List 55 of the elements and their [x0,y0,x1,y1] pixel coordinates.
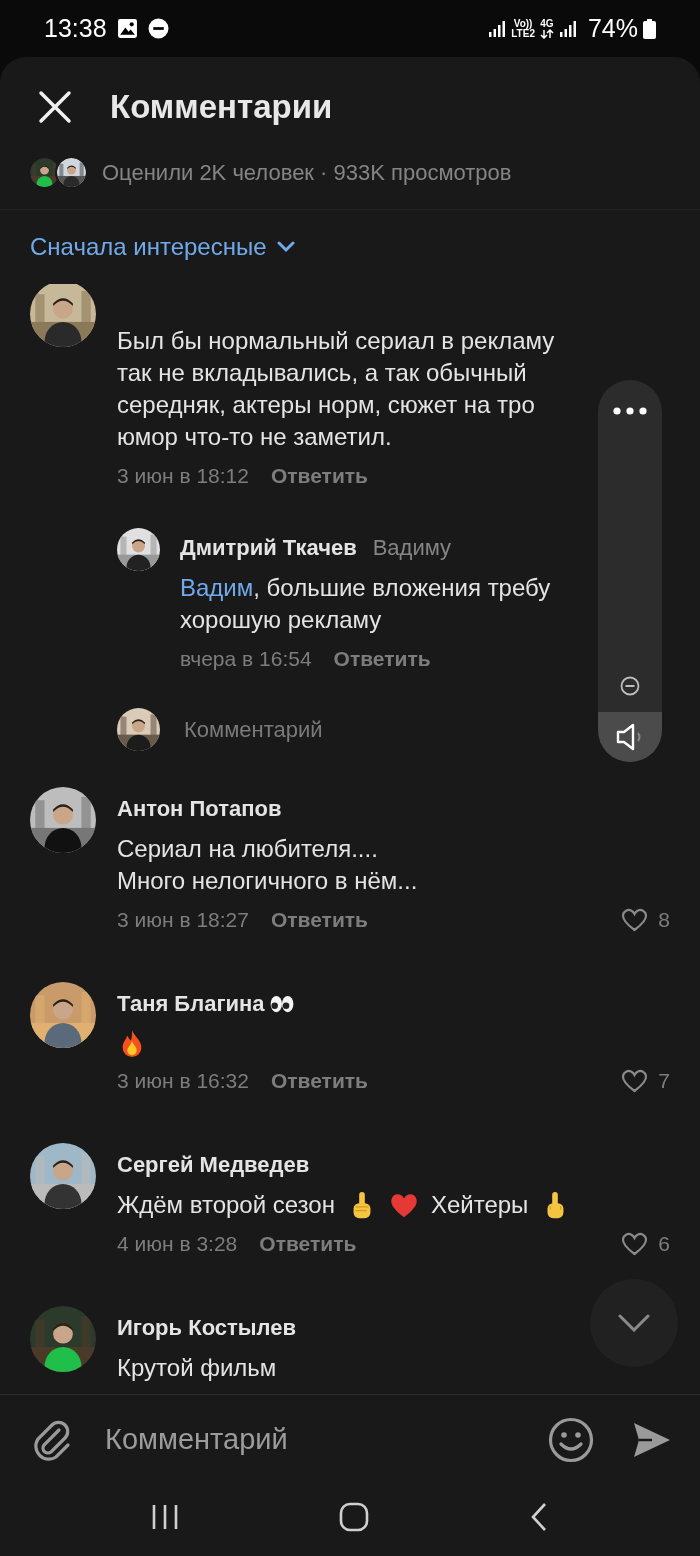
mention-link[interactable]: Вадим [180,574,254,601]
home-icon[interactable] [339,1502,369,1532]
author-name[interactable]: Таня Благина [117,990,265,1018]
reply-button[interactable]: Ответить [270,1065,368,1097]
author-name[interactable]: Игорь Костылев [117,1314,297,1342]
signal-icon [558,19,577,38]
heart-outline-icon [621,908,649,932]
lte-label: LTE2 [511,28,535,39]
comment-text: Крутой фильм [117,1353,277,1383]
chevron-down-icon [276,241,295,253]
comment-text: Вадим, большие вложения требу хорошую рекламу [180,573,551,635]
close-icon[interactable] [38,90,72,124]
volte-label: Vo)) [513,18,533,29]
author-name[interactable]: Антон Потапов [117,795,282,823]
comment-date: вчера в 16:54 [180,646,312,673]
comment-date: 4 июн в 3:28 [117,1231,238,1258]
comment-input-field[interactable]: Комментарий [105,1417,538,1462]
comment-text: Был бы нормальный сериал в рекламу так не вкладывались, а так обычный середняк, актеры норм, сюжет на тро юмор что-то не заметил. [117,326,555,452]
battery-percent: 74% [587,12,638,44]
comment-date: 3 июн в 16:32 [117,1068,249,1095]
comment-text: Хейтеры [430,1190,529,1220]
heart-outline-icon [621,1069,649,1093]
network-label: 4G [540,18,554,29]
send-icon[interactable] [632,1420,672,1459]
comment-text: Ждём второй сезон [117,1190,335,1220]
reply-input-field[interactable]: Комментарий [184,713,484,746]
author-name[interactable]: Дмитрий Ткачев [180,534,357,562]
reply-button[interactable]: Ответить [259,1228,357,1260]
battery-icon [643,18,656,39]
like-button[interactable]: 7 [621,1065,670,1097]
back-icon[interactable] [529,1502,549,1532]
minus-circle-icon[interactable] [620,676,640,696]
stats-text: Оценили 2K человек · 933K просмотров [102,158,512,187]
reply-button[interactable]: Ответить [333,643,431,675]
page-title: Комментарии [110,87,333,128]
comment-text: Сериал на любителя.... Много нелогичного в нём... [117,834,418,896]
addressee-name: Вадиму [372,534,452,562]
like-button[interactable]: 8 [621,904,670,936]
chevron-down-icon [618,1314,650,1332]
heart-outline-icon [621,1232,649,1256]
recent-apps-icon[interactable] [151,1503,179,1531]
sort-dropdown[interactable]: Сначала интересные [0,210,295,284]
reply-button[interactable]: Ответить [270,460,368,492]
like-button[interactable]: 6 [621,1228,670,1260]
signal-icon [488,19,507,38]
author-name[interactable]: Сергей Медведев [117,1151,310,1179]
do-not-disturb-icon [147,18,169,39]
reply-button[interactable]: Ответить [270,904,368,936]
image-icon [116,18,138,39]
data-arrows-icon [539,28,554,39]
comment-date: 3 июн в 18:12 [117,463,249,490]
status-time: 13:38 [44,12,107,44]
more-icon[interactable] [613,407,647,415]
comment-date: 3 июн в 18:27 [117,907,249,934]
smiley-icon[interactable] [548,1416,594,1463]
